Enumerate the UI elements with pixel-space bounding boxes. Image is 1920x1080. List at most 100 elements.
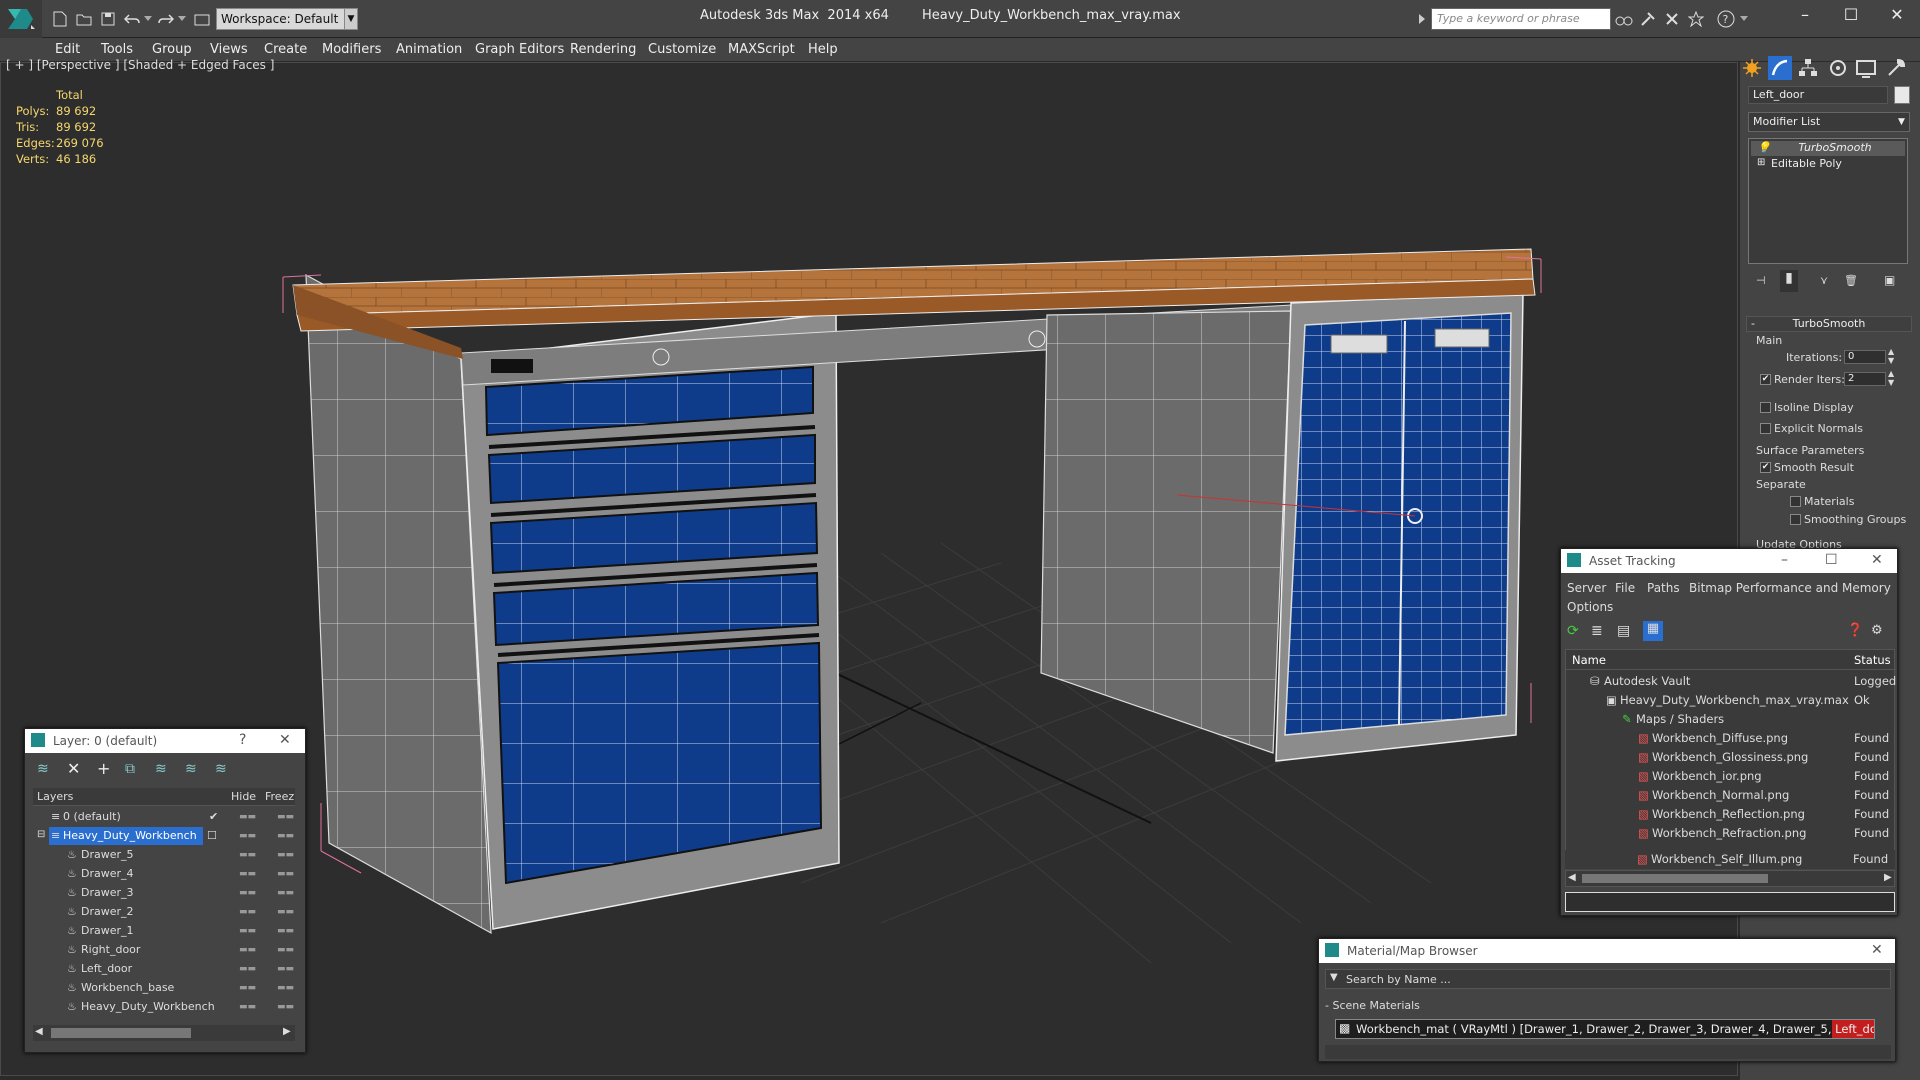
expand-plus-icon[interactable]: ⊞ [1757, 157, 1765, 168]
material-item[interactable]: ▩ Workbench_mat ( VRayMtl ) [Drawer_1, D… [1335, 1019, 1875, 1039]
menu-create[interactable]: Create [264, 42, 307, 57]
expand-search-icon[interactable] [1416, 9, 1428, 29]
viewport-label[interactable]: [ + ] [Perspective ] [Shaded + Edged Fac… [6, 58, 274, 72]
binoculars-icon[interactable] [1614, 9, 1634, 29]
display-tab-icon[interactable] [1854, 56, 1878, 80]
highlight-layer-icon[interactable]: ≋ [155, 761, 167, 777]
hide-toggle[interactable]: ▬▬ [239, 983, 256, 993]
layer-row[interactable]: ♨ Drawer_5 ▬▬ ▬▬ [33, 846, 295, 865]
redo-dropdown-icon[interactable] [176, 9, 188, 29]
subscription-icon[interactable] [1638, 9, 1658, 29]
stack-item-turbosmooth[interactable]: 💡 TurboSmooth [1751, 141, 1905, 156]
layer-close-button[interactable]: ✕ [279, 732, 291, 748]
freeze-toggle[interactable]: ▬▬ [277, 812, 294, 822]
layer-horizontal-scrollbar[interactable]: ◀ ▶ [33, 1025, 295, 1041]
table-view-icon[interactable]: ▦ [1643, 621, 1663, 641]
table-row[interactable]: ▣ Heavy_Duty_Workbench_max_vray.max Ok [1566, 691, 1896, 710]
scroll-right-icon[interactable]: ▶ [283, 1026, 291, 1037]
redo-icon[interactable] [156, 9, 176, 29]
freeze-toggle[interactable]: ▬▬ [277, 850, 294, 860]
scroll-left-icon[interactable]: ◀ [35, 1026, 43, 1037]
asset-close-button[interactable]: ✕ [1871, 552, 1883, 568]
material-list-scroll-area[interactable] [1325, 1045, 1891, 1059]
freeze-toggle[interactable]: ▬▬ [277, 869, 294, 879]
create-tab-icon[interactable] [1740, 56, 1764, 80]
separate-materials-checkbox[interactable] [1790, 496, 1801, 507]
render-iters-spinner[interactable]: 2 [1844, 372, 1886, 386]
table-row[interactable]: ▧ Workbench_Self_Illum.png Found [1565, 850, 1895, 869]
layer-help-button[interactable]: ? [239, 732, 246, 748]
freeze-toggle[interactable]: ▬▬ [277, 945, 294, 955]
freeze-toggle[interactable]: ▬▬ [277, 888, 294, 898]
menu-views[interactable]: Views [210, 42, 248, 57]
menu-maxscript[interactable]: MAXScript [728, 42, 795, 57]
list-view-icon[interactable]: ≣ [1591, 623, 1603, 639]
communication-center-icon[interactable] [1662, 9, 1682, 29]
render-iters-checkbox[interactable]: ✔ [1760, 374, 1771, 385]
show-end-result-icon[interactable]: ▮ [1780, 270, 1798, 292]
layer-row[interactable]: ♨ Workbench_base ▬▬ ▬▬ [33, 979, 295, 998]
menu-graph-editors[interactable]: Graph Editors [475, 42, 564, 57]
layer-row[interactable]: ⊟ ≡ Heavy_Duty_Workbench ☐ ▬▬ ▬▬ [33, 827, 295, 846]
menu-help[interactable]: Help [808, 42, 838, 57]
menu-edit[interactable]: Edit [55, 42, 80, 57]
freeze-all-layers-icon[interactable]: ≋ [215, 761, 227, 777]
hierarchy-tab-icon[interactable] [1796, 56, 1820, 80]
project-folder-icon[interactable] [192, 9, 212, 29]
help-icon[interactable]: ? [1716, 9, 1736, 29]
turbosmooth-rollout-header[interactable]: - TurboSmooth [1746, 316, 1912, 332]
object-color-swatch[interactable] [1894, 86, 1910, 104]
asset-minimize-button[interactable]: – [1781, 552, 1788, 568]
freeze-toggle[interactable]: ▬▬ [277, 983, 294, 993]
layer-row[interactable]: ♨ Drawer_3 ▬▬ ▬▬ [33, 884, 295, 903]
freeze-toggle[interactable]: ▬▬ [277, 926, 294, 936]
lightbulb-icon[interactable]: 💡 [1757, 141, 1771, 154]
explicit-normals-checkbox[interactable] [1760, 423, 1771, 434]
separate-smoothing-groups-checkbox[interactable] [1790, 514, 1801, 525]
stack-item-editable-poly[interactable]: ⊞ Editable Poly [1751, 157, 1905, 172]
scroll-thumb[interactable] [51, 1028, 191, 1038]
menu-tools[interactable]: Tools [101, 42, 133, 57]
undo-icon[interactable] [122, 9, 142, 29]
asset-settings-icon[interactable]: ⚙ [1871, 623, 1883, 638]
menu-rendering[interactable]: Rendering [570, 42, 636, 57]
table-row[interactable]: ▧ Workbench_ior.png Found [1566, 767, 1896, 786]
freeze-column[interactable]: Freez [265, 790, 294, 803]
material-search-input[interactable]: ▼ Search by Name ... [1325, 969, 1891, 989]
modifier-list-dropdown[interactable]: Modifier List [1748, 112, 1910, 132]
search-options-chevron-icon[interactable]: ▼ [1330, 972, 1338, 983]
layer-row[interactable]: ♨ Right_door ▬▬ ▬▬ [33, 941, 295, 960]
help-dropdown-icon[interactable] [1738, 9, 1750, 29]
layer-row[interactable]: ♨ Heavy_Duty_Workbench ▬▬ ▬▬ [33, 998, 295, 1017]
freeze-toggle[interactable]: ▬▬ [277, 1002, 294, 1012]
modify-tab-icon[interactable] [1768, 56, 1792, 80]
workspace-select[interactable]: Workspace: Default [216, 8, 352, 30]
iterations-spinner[interactable]: 0 [1844, 350, 1886, 364]
smooth-result-checkbox[interactable]: ✔ [1760, 462, 1771, 473]
asset-menu-options[interactable]: Options [1567, 600, 1613, 614]
layer-row[interactable]: ♨ Drawer_4 ▬▬ ▬▬ [33, 865, 295, 884]
make-unique-icon[interactable]: ⋎ [1820, 274, 1828, 287]
layer-window-header[interactable]: Layer: 0 (default) ? ✕ [25, 729, 305, 753]
hide-toggle[interactable]: ▬▬ [239, 831, 256, 841]
layers-column[interactable]: Layers [37, 790, 73, 803]
freeze-toggle[interactable]: ▬▬ [277, 964, 294, 974]
material-close-button[interactable]: ✕ [1871, 942, 1883, 958]
hide-toggle[interactable]: ▬▬ [239, 812, 256, 822]
asset-status-column[interactable]: Status [1854, 653, 1891, 667]
freeze-toggle[interactable]: ▬▬ [277, 907, 294, 917]
new-file-icon[interactable] [50, 9, 70, 29]
asset-menu-paths[interactable]: Paths [1647, 581, 1680, 595]
table-row[interactable]: ▧ Workbench_Normal.png Found [1566, 786, 1896, 805]
hide-toggle[interactable]: ▬▬ [239, 945, 256, 955]
hide-toggle[interactable]: ▬▬ [239, 869, 256, 879]
select-objects-icon[interactable]: ⧉ [125, 761, 135, 777]
collapse-minus-icon[interactable]: ⊟ [37, 829, 45, 840]
scroll-left-icon[interactable]: ◀ [1568, 872, 1576, 883]
app-menu-button[interactable] [0, 0, 42, 38]
hide-toggle[interactable]: ▬▬ [239, 850, 256, 860]
motion-tab-icon[interactable] [1826, 56, 1850, 80]
asset-maximize-button[interactable]: ☐ [1825, 552, 1838, 568]
maximize-button[interactable]: ☐ [1828, 4, 1874, 28]
asset-path-field[interactable] [1565, 892, 1895, 912]
